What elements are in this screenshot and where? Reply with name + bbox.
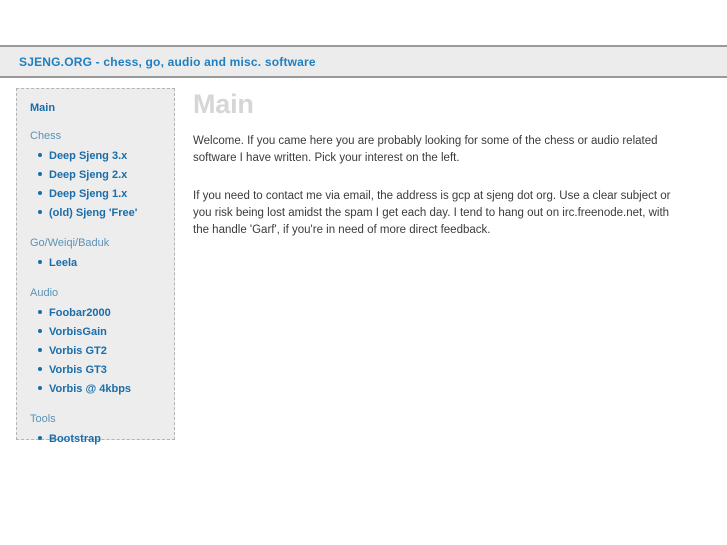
sidebar-item-vorbis-gt3[interactable]: Vorbis GT3 (49, 364, 107, 376)
list-item[interactable]: Deep Sjeng 1.x (17, 184, 174, 203)
sidebar-item-vorbis-gt2[interactable]: Vorbis GT2 (49, 345, 107, 357)
contact-paragraph: If you need to contact me via email, the… (193, 190, 671, 236)
list-item[interactable]: Bootstrap (17, 429, 174, 448)
nav-group-audio: Audio Foobar2000 VorbisGain Vorbis GT2 V… (17, 286, 174, 398)
bullet-icon (38, 310, 42, 314)
bullet-icon (38, 191, 42, 195)
list-item[interactable]: Deep Sjeng 3.x (17, 146, 174, 165)
nav-group-tools: Tools Bootstrap (17, 412, 174, 448)
nav-group-chess: Chess Deep Sjeng 3.x Deep Sjeng 2.x Deep… (17, 129, 174, 222)
main-content: Main Welcome. If you came here you are p… (193, 88, 693, 239)
list-item[interactable]: Leela (17, 253, 174, 272)
sidebar-item-main[interactable]: Main (30, 101, 174, 115)
list-item[interactable]: Vorbis GT2 (17, 341, 174, 360)
nav-group-label-go: Go/Weiqi/Baduk (30, 237, 110, 249)
bullet-icon (38, 153, 42, 157)
nav-list-audio: Foobar2000 VorbisGain Vorbis GT2 Vorbis … (17, 303, 174, 398)
nav-group-label-tools: Tools (30, 413, 56, 425)
list-item[interactable]: Vorbis GT3 (17, 360, 174, 379)
bullet-icon (38, 172, 42, 176)
sidebar-item-deep-sjeng-2x[interactable]: Deep Sjeng 2.x (49, 169, 127, 181)
site-header: SJENG.ORG - chess, go, audio and misc. s… (0, 45, 727, 78)
list-item[interactable]: Deep Sjeng 2.x (17, 165, 174, 184)
list-item[interactable]: (old) Sjeng 'Free' (17, 203, 174, 222)
sidebar-item-vorbis-4kbps[interactable]: Vorbis @ 4kbps (49, 383, 131, 395)
bullet-icon (38, 329, 42, 333)
nav-group-label-audio: Audio (30, 287, 59, 299)
sidebar-item-foobar2000[interactable]: Foobar2000 (49, 307, 111, 319)
bullet-icon (38, 436, 42, 440)
bullet-icon (38, 386, 42, 390)
list-item[interactable]: Foobar2000 (17, 303, 174, 322)
bullet-icon (38, 367, 42, 371)
sidebar-item-deep-sjeng-3x[interactable]: Deep Sjeng 3.x (49, 150, 127, 162)
site-title: SJENG.ORG - chess, go, audio and misc. s… (19, 54, 316, 69)
bullet-icon (38, 210, 42, 214)
intro-paragraph: Welcome. If you came here you are probab… (193, 135, 658, 164)
list-item[interactable]: Vorbis @ 4kbps (17, 379, 174, 398)
sidebar-item-old-sjeng-free[interactable]: (old) Sjeng 'Free' (49, 207, 137, 219)
sidebar-navigation: Main Chess Deep Sjeng 3.x Deep Sjeng 2.x… (16, 88, 175, 445)
nav-list-tools: Bootstrap (17, 429, 174, 448)
sidebar-item-leela[interactable]: Leela (49, 257, 77, 269)
sidebar-item-bootstrap[interactable]: Bootstrap (49, 433, 101, 445)
sidebar-item-vorbisgain[interactable]: VorbisGain (49, 326, 107, 338)
nav-list-go: Leela (17, 253, 174, 272)
nav-group-label-chess: Chess (30, 130, 62, 142)
page-title: Main (193, 89, 254, 119)
list-item[interactable]: VorbisGain (17, 322, 174, 341)
sidebar-item-deep-sjeng-1x[interactable]: Deep Sjeng 1.x (49, 188, 127, 200)
bullet-icon (38, 348, 42, 352)
nav-list-chess: Deep Sjeng 3.x Deep Sjeng 2.x Deep Sjeng… (17, 146, 174, 222)
nav-group-go: Go/Weiqi/Baduk Leela (17, 236, 174, 272)
bullet-icon (38, 260, 42, 264)
